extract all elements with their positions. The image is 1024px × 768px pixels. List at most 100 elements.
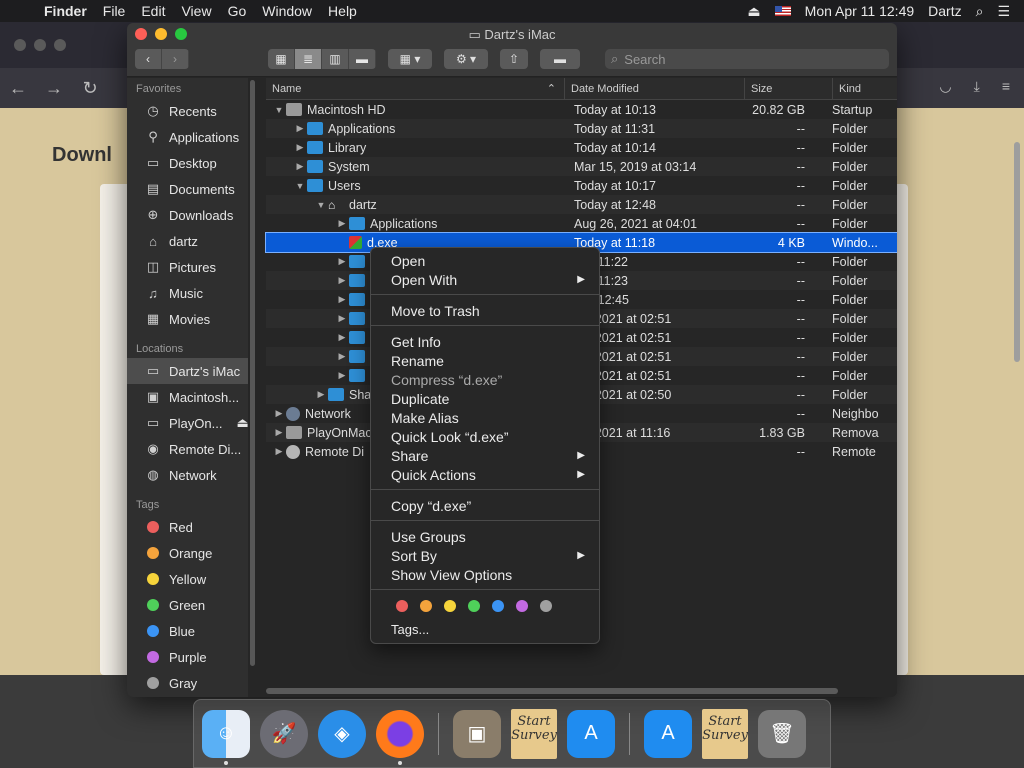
file-row[interactable]: ▼ Users Today at 10:17 -- Folder (266, 176, 897, 195)
trash-dock-icon[interactable]: 🗑 (758, 709, 806, 758)
tag-color-dot-icon[interactable] (540, 600, 552, 612)
context-menu-item-copy-d-exe[interactable]: Copy “d.exe” (371, 496, 599, 515)
column-view-button[interactable]: ▥ (322, 49, 349, 69)
disclosure-expanded-icon[interactable]: ▼ (314, 200, 328, 210)
disclosure-collapsed-icon[interactable]: ▶ (293, 123, 307, 134)
menu-window[interactable]: Window (254, 3, 320, 19)
file-row[interactable]: ▶ Library Today at 10:14 -- Folder (266, 138, 897, 157)
context-menu-item-sort-by[interactable]: Sort By ▶ (371, 546, 599, 565)
input-source-flag-icon[interactable] (774, 6, 791, 16)
menu-file[interactable]: File (95, 3, 134, 19)
menu-view[interactable]: View (173, 3, 219, 19)
sidebar-item-documents[interactable]: ▤ Documents (127, 176, 257, 202)
share-button[interactable]: ⇧ (500, 49, 528, 69)
start-survey-note-icon[interactable]: Start Survey (511, 708, 557, 759)
sidebar-item-playon[interactable]: ▭ PlayOn... ⏏ (127, 410, 257, 436)
sidebar-tag-purple[interactable]: Purple (127, 644, 257, 670)
sidebar-item-dartz[interactable]: ⌂ dartz (127, 228, 257, 254)
sidebar-tag-blue[interactable]: Blue (127, 618, 257, 644)
disclosure-expanded-icon[interactable]: ▼ (272, 105, 286, 115)
context-menu-item-make-alias[interactable]: Make Alias (371, 408, 599, 427)
context-menu-item-move-to-trash[interactable]: Move to Trash (371, 301, 599, 320)
sidebar-item-music[interactable]: ♫ Music (127, 280, 257, 306)
spotlight-search-icon[interactable]: ⌕ (976, 3, 984, 20)
menu-app-name[interactable]: Finder (36, 3, 95, 19)
app-store-folder-dock-icon[interactable]: A (644, 709, 692, 758)
disclosure-collapsed-icon[interactable]: ▶ (272, 427, 286, 438)
sidebar-tag-gray[interactable]: Gray (127, 670, 257, 696)
context-menu-item-get-info[interactable]: Get Info (371, 332, 599, 351)
file-row[interactable]: ▼ ⌂ dartz Today at 12:48 -- Folder (266, 195, 897, 214)
tag-color-dot-icon[interactable] (516, 600, 528, 612)
hamburger-menu-icon[interactable]: ≡ (1002, 78, 1010, 95)
context-menu-item-rename[interactable]: Rename (371, 351, 599, 370)
back-button[interactable]: ‹ (135, 49, 162, 69)
sidebar-item-applications[interactable]: ⚲ Applications (127, 124, 257, 150)
disclosure-collapsed-icon[interactable]: ▶ (335, 275, 349, 286)
sidebar-item-remote-di[interactable]: ◉ Remote Di... (127, 436, 257, 462)
disclosure-collapsed-icon[interactable]: ▶ (272, 408, 286, 419)
start-survey-note-icon[interactable]: Start Survey (702, 708, 748, 759)
sidebar-tag-red[interactable]: Red (127, 514, 257, 540)
menu-clock[interactable]: Mon Apr 11 12:49 (805, 3, 914, 19)
firefox-dock-icon[interactable] (376, 709, 424, 765)
sidebar-item-dartz-s-imac[interactable]: ▭ Dartz's iMac (127, 358, 257, 384)
context-menu-item-quick-look-d-exe[interactable]: Quick Look “d.exe” (371, 427, 599, 446)
file-row[interactable]: ▶ Applications Aug 26, 2021 at 04:01 -- Fold… (266, 214, 897, 233)
menu-user[interactable]: Dartz (928, 3, 961, 19)
sidebar-item-network[interactable]: ◍ Network (127, 462, 257, 488)
disclosure-collapsed-icon[interactable]: ▶ (335, 370, 349, 381)
menu-help[interactable]: Help (320, 3, 365, 19)
forward-arrow-icon[interactable]: → (36, 78, 72, 99)
safari-dock-icon[interactable]: ◈ (318, 709, 366, 758)
disclosure-collapsed-icon[interactable]: ▶ (314, 389, 328, 400)
group-by-button[interactable]: ▦ ▾ (388, 49, 432, 69)
disclosure-collapsed-icon[interactable]: ▶ (335, 351, 349, 362)
eject-icon[interactable]: ⏏ (747, 3, 760, 20)
tag-color-dot-icon[interactable] (396, 600, 408, 612)
tag-color-dot-icon[interactable] (492, 600, 504, 612)
disclosure-collapsed-icon[interactable]: ▶ (335, 294, 349, 305)
reload-icon[interactable]: ↻ (72, 78, 108, 99)
launchpad-dock-icon[interactable]: 🚀 (260, 709, 308, 758)
column-kind[interactable]: Kind (833, 78, 897, 100)
disclosure-collapsed-icon[interactable]: ▶ (335, 313, 349, 324)
tag-color-dot-icon[interactable] (444, 600, 456, 612)
context-menu-item-show-view-options[interactable]: Show View Options (371, 565, 599, 584)
disclosure-collapsed-icon[interactable]: ▶ (293, 142, 307, 153)
forward-button[interactable]: › (162, 49, 189, 69)
sidebar-item-downloads[interactable]: ⊕ Downloads (127, 202, 257, 228)
disclosure-collapsed-icon[interactable]: ▶ (335, 218, 349, 229)
sidebar-item-macintosh[interactable]: ▣ Macintosh... (127, 384, 257, 410)
file-row[interactable]: ▶ System Mar 15, 2019 at 03:14 -- Folder (266, 157, 897, 176)
back-arrow-icon[interactable]: ← (0, 78, 36, 99)
eject-icon[interactable]: ⏏ (236, 415, 248, 431)
search-field[interactable]: ⌕ Search (605, 49, 889, 69)
column-name[interactable]: Name ⌃ (266, 77, 565, 100)
list-view-button[interactable]: ≣ (295, 49, 322, 69)
sidebar-scrollbar[interactable] (248, 78, 257, 697)
disclosure-expanded-icon[interactable]: ▼ (293, 181, 307, 191)
file-row[interactable]: ▶ Applications Today at 11:31 -- Folder (266, 119, 897, 138)
download-icon[interactable]: ⤓ (974, 78, 980, 95)
context-menu-item-share[interactable]: Share ▶ (371, 446, 599, 465)
edit-tags-button[interactable]: ▬ (540, 49, 580, 69)
pocket-icon[interactable]: ◡ (939, 78, 951, 95)
menu-edit[interactable]: Edit (133, 3, 173, 19)
icon-view-button[interactable]: ▦ (268, 49, 295, 69)
disclosure-collapsed-icon[interactable]: ▶ (293, 161, 307, 172)
sidebar-item-recents[interactable]: ◷ Recents (127, 98, 257, 124)
column-size[interactable]: Size (745, 77, 833, 100)
tag-color-dot-icon[interactable] (420, 600, 432, 612)
action-gear-button[interactable]: ⚙ ▾ (444, 49, 488, 69)
sidebar-item-pictures[interactable]: ◫ Pictures (127, 254, 257, 280)
sidebar-item-desktop[interactable]: ▭ Desktop (127, 150, 257, 176)
context-menu-item-open-with[interactable]: Open With ▶ (371, 270, 599, 289)
column-date-modified[interactable]: Date Modified (565, 77, 745, 100)
sidebar-tag-orange[interactable]: Orange (127, 540, 257, 566)
browser-scrollbar[interactable] (1014, 142, 1020, 362)
context-menu-item-open[interactable]: Open (371, 251, 599, 270)
sidebar-item-movies[interactable]: ▦ Movies (127, 306, 257, 332)
file-row[interactable]: ▼ Macintosh HD Today at 10:13 20.82 GB Start… (266, 100, 897, 119)
tag-color-dot-icon[interactable] (468, 600, 480, 612)
